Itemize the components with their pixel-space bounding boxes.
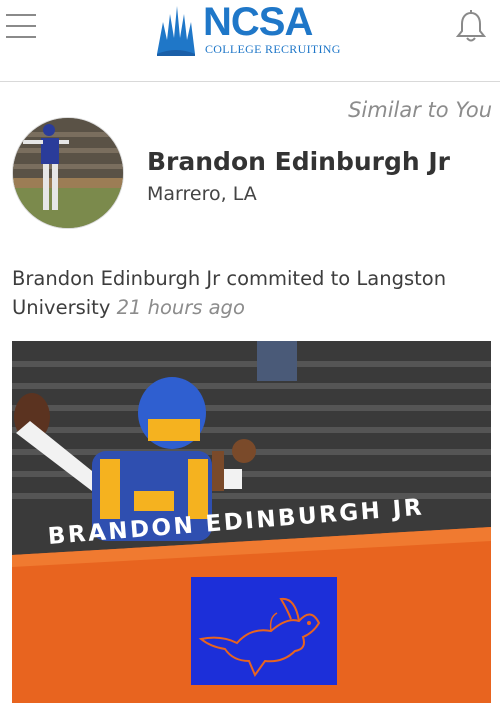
avatar[interactable] bbox=[12, 117, 124, 229]
post-timestamp: 21 hours ago bbox=[116, 296, 245, 319]
logo-title: NCSA bbox=[203, 0, 313, 44]
logo-subtitle: COLLEGE RECRUITING bbox=[205, 42, 341, 56]
section-label: Similar to You bbox=[348, 98, 492, 122]
ncsa-mark-icon bbox=[157, 6, 195, 56]
profile-location: Marrero, LA bbox=[147, 183, 257, 205]
app-header: NCSA COLLEGE RECRUITING bbox=[0, 0, 500, 82]
profile-name[interactable]: Brandon Edinburgh Jr bbox=[147, 147, 450, 176]
post-text: Brandon Edinburgh Jr commited to Langsto… bbox=[12, 264, 490, 322]
ncsa-logo[interactable]: NCSA COLLEGE RECRUITING bbox=[155, 0, 355, 56]
hamburger-menu-icon[interactable] bbox=[6, 14, 36, 40]
bell-icon[interactable] bbox=[455, 10, 487, 44]
post-image[interactable]: BRANDON EDINBURGH JR bbox=[12, 341, 491, 703]
lion-logo-icon bbox=[191, 577, 337, 685]
